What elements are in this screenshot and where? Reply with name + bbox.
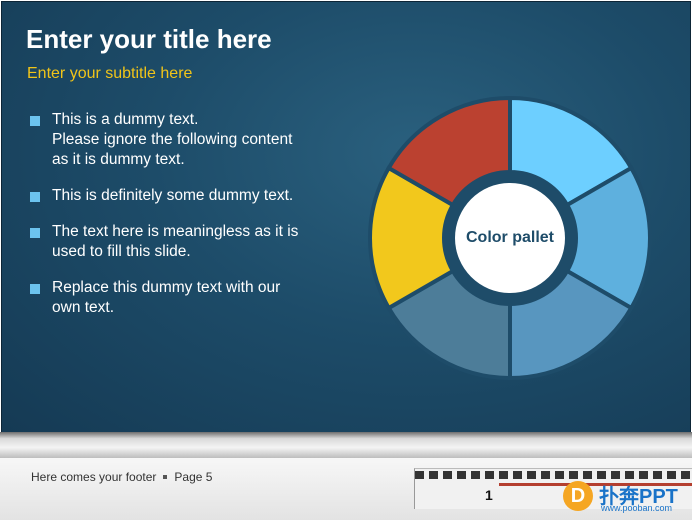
chalk-ledge bbox=[0, 432, 692, 458]
ruler-number: 1 bbox=[485, 487, 493, 503]
page-number: Page 5 bbox=[174, 470, 213, 484]
logo-letter-icon: D bbox=[563, 481, 593, 511]
separator-dot-icon bbox=[163, 474, 168, 479]
logo-url-text: www.pooban.com bbox=[601, 503, 673, 513]
slide: Enter your title here Enter your subtitl… bbox=[0, 0, 692, 520]
donut-center-label: Color pallet bbox=[466, 229, 555, 246]
ruler-ticks bbox=[415, 471, 692, 479]
watermark-logo: D 扑奔PPT www.pooban.com bbox=[561, 479, 692, 517]
footer-text: Here comes your footer bbox=[31, 470, 157, 484]
footer: Here comes your footer Page 5 bbox=[31, 470, 212, 484]
